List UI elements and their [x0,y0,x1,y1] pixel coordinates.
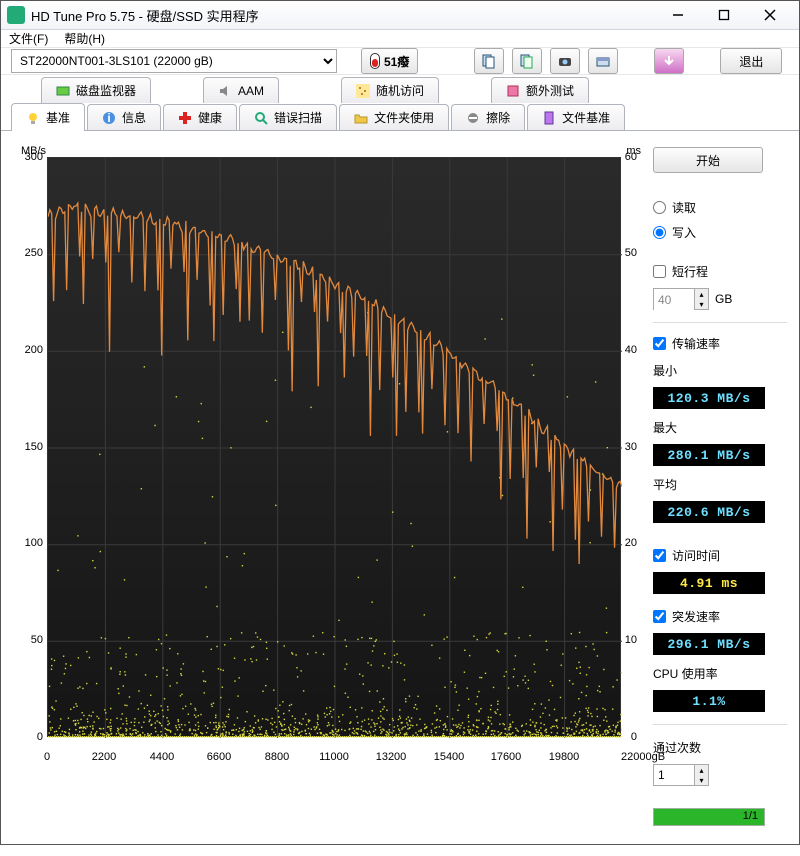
tab-benchmark[interactable]: 基准 [11,103,85,131]
tab-disk-monitor[interactable]: 磁盘监视器 [41,77,151,103]
tab-aam[interactable]: AAM [203,77,279,103]
minimize-button[interactable] [655,1,701,29]
progress-bar: 1/1 [653,808,765,826]
benchmark-sidebar: 开始 读取 写入 短行程 ▴▾ GB 传输速率 最小 120.3 MB/s 最大… [653,145,787,826]
access-time-checkbox[interactable]: 访问时间 [653,547,787,564]
tab-file-benchmark[interactable]: 文件基准 [527,104,625,130]
passes-label: 通过次数 [653,739,787,756]
access-time-value: 4.91 ms [653,572,765,594]
tab-error-scan[interactable]: 错误扫描 [239,104,337,130]
save-log-button[interactable] [654,48,684,74]
thermometer-icon [370,53,380,69]
tab-info[interactable]: i信息 [87,104,161,130]
tab-extra-tests[interactable]: 额外测试 [491,77,589,103]
burst-rate-value: 296.1 MB/s [653,633,765,655]
monitor-icon [56,84,70,98]
menu-bar: 文件(F) 帮助(H) [1,30,799,47]
short-stroke-checkbox[interactable]: 短行程 [653,263,787,280]
app-icon [7,6,25,24]
tab-row-2: 基准 i信息 健康 错误扫描 文件夹使用 擦除 文件基准 [1,103,799,131]
erase-icon [466,111,480,125]
options-button[interactable] [588,48,618,74]
max-label: 最大 [653,419,787,436]
short-stroke-field: ▴▾ GB [653,288,787,310]
magnify-icon [254,111,268,125]
cpu-usage-value: 1.1% [653,690,765,712]
tab-health[interactable]: 健康 [163,104,237,130]
bulb-icon [26,111,40,125]
close-button[interactable] [747,1,793,29]
tab-random-access[interactable]: 随机访问 [341,77,439,103]
filebench-icon [542,111,556,125]
plot-svg [48,158,622,738]
transfer-rate-checkbox[interactable]: 传输速率 [653,335,787,352]
svg-text:i: i [107,111,110,125]
plot-area [47,157,621,737]
avg-label: 平均 [653,476,787,493]
copy-info-button[interactable] [474,48,504,74]
save-screenshot-button[interactable] [550,48,580,74]
toolbar: ST22000NT001-3LS101 (22000 gB) 51癈 退出 [1,47,799,75]
extra-icon [506,84,520,98]
temperature-button[interactable]: 51癈 [361,48,418,74]
read-radio[interactable]: 读取 [653,199,787,216]
min-value: 120.3 MB/s [653,387,765,409]
folder-icon [354,111,368,125]
benchmark-panel: MB/s ms 300 250 200 150 100 50 0 60 50 4… [1,131,799,856]
window-title: HD Tune Pro 5.75 - 硬盘/SSD 实用程序 [31,6,655,25]
menu-help[interactable]: 帮助(H) [64,30,105,47]
burst-rate-checkbox[interactable]: 突发速率 [653,608,787,625]
maximize-button[interactable] [701,1,747,29]
tab-folder-usage[interactable]: 文件夹使用 [339,104,449,130]
benchmark-chart: MB/s ms 300 250 200 150 100 50 0 60 50 4… [13,145,641,761]
copy-screenshot-button[interactable] [512,48,542,74]
random-icon [356,84,370,98]
exit-button[interactable]: 退出 [720,48,782,74]
start-button[interactable]: 开始 [653,147,763,173]
title-bar: HD Tune Pro 5.75 - 硬盘/SSD 实用程序 [1,1,799,30]
max-value: 280.1 MB/s [653,444,765,466]
speaker-icon [218,84,232,98]
health-icon [178,111,192,125]
avg-value: 220.6 MB/s [653,501,765,523]
cpu-usage-label: CPU 使用率 [653,665,787,682]
tab-row-1: 磁盘监视器 AAM 随机访问 额外测试 [1,75,799,103]
write-radio[interactable]: 写入 [653,224,787,241]
short-stroke-input[interactable]: ▴▾ [653,288,709,310]
drive-select[interactable]: ST22000NT001-3LS101 (22000 gB) [11,49,337,73]
menu-file[interactable]: 文件(F) [9,30,48,47]
min-label: 最小 [653,362,787,379]
info-icon: i [102,111,116,125]
passes-input[interactable]: ▴▾ [653,764,709,786]
tab-strip: 磁盘监视器 AAM 随机访问 额外测试 基准 i信息 健康 错误扫描 文件夹使用… [1,75,799,131]
tab-erase[interactable]: 擦除 [451,104,525,130]
